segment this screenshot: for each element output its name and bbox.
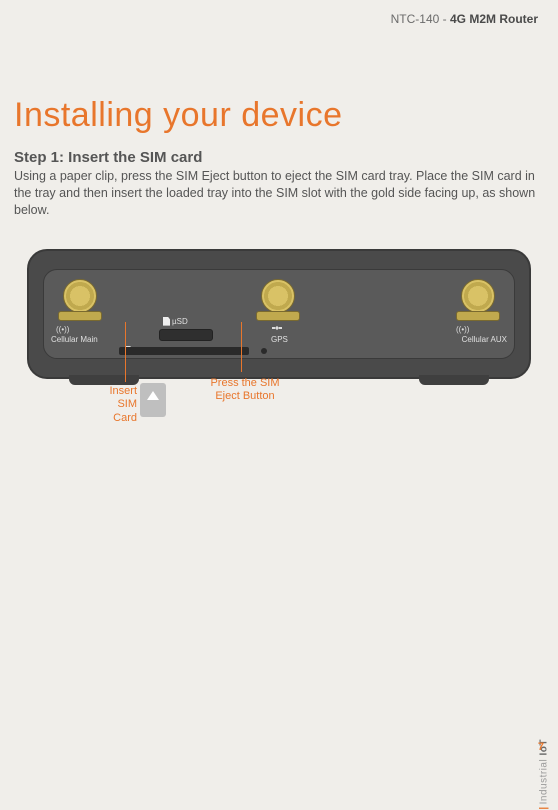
sma-base-icon: [456, 311, 500, 321]
callout-eject: Press the SIM Eject Button: [200, 377, 290, 405]
page-title: Installing your device: [0, 26, 558, 135]
step-body: Using a paper clip, press the SIM Eject …: [0, 168, 558, 219]
microsd-slot-icon: [159, 329, 213, 341]
leader-line: [125, 322, 126, 382]
sim-card-graphic: [140, 383, 166, 417]
signal-icon: ((•)): [456, 325, 466, 334]
router-foot: [419, 375, 489, 385]
step-heading: Step 1: Insert the SIM card: [0, 135, 558, 168]
sma-base-icon: [58, 311, 102, 321]
page-number: 7: [538, 741, 544, 753]
product-name: 4G M2M Router: [450, 12, 538, 26]
divider-icon: |: [539, 804, 550, 809]
usd-text: µSD: [172, 317, 188, 326]
label-usd: µSD: [163, 317, 188, 326]
model-code: NTC-140 -: [391, 12, 450, 26]
signal-icon: ((•)): [56, 325, 66, 334]
microsd-icon: [163, 317, 170, 326]
label-cellular-main: Cellular Main: [51, 335, 98, 344]
side-prefix: Industrial: [539, 756, 550, 805]
label-gps: GPS: [271, 335, 288, 344]
sma-base-icon: [256, 311, 300, 321]
label-cellular-aux: Cellular AUX: [462, 335, 507, 344]
page-header: NTC-140 - 4G M2M Router: [0, 0, 558, 26]
leader-line: [241, 322, 242, 372]
sma-connector-icon: [461, 279, 495, 313]
router-foot: [69, 375, 139, 385]
satellite-icon: [272, 323, 282, 333]
router-body: ((•)) Cellular Main GPS ((•)) Cellular A…: [27, 249, 531, 379]
sim-slot-icon: [119, 347, 249, 355]
arrow-up-icon: [147, 391, 159, 400]
device-diagram: ((•)) Cellular Main GPS ((•)) Cellular A…: [0, 219, 558, 379]
callout-insert-sim: Insert SIM Card: [95, 385, 137, 426]
sma-connector-icon: [63, 279, 97, 313]
sma-connector-icon: [261, 279, 295, 313]
